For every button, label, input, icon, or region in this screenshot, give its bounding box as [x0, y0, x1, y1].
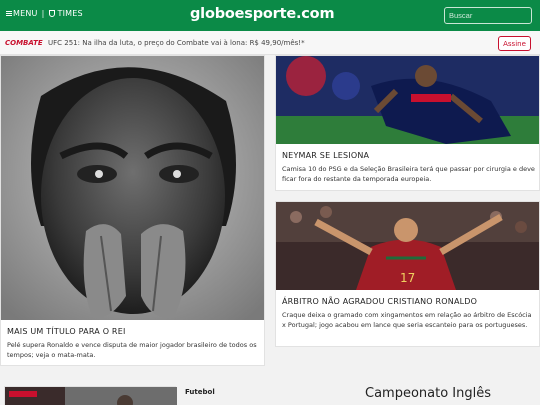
news-card-neymar[interactable]: NEYMAR SE LESIONA Camisa 10 do PSG e da …	[275, 55, 540, 191]
top-header: MENU | TIMES globoesporte.com	[0, 0, 540, 31]
main-news-desc: Pelé supera Ronaldo e vence disputa de m…	[7, 341, 257, 359]
menu-button[interactable]: MENU	[6, 9, 38, 18]
neymar-image[interactable]	[276, 56, 539, 144]
main-news-image[interactable]	[1, 56, 264, 320]
promo-brand: COMBATE	[5, 39, 43, 47]
menu-label: MENU	[13, 9, 38, 18]
main-news-title[interactable]: MAIS UM TÍTULO PARA O REI	[7, 327, 126, 336]
menu-separator: |	[41, 9, 45, 18]
main-news-card[interactable]: MAIS UM TÍTULO PARA O REI Pelé supera Ro…	[0, 55, 265, 366]
neymar-title[interactable]: NEYMAR SE LESIONA	[282, 151, 369, 160]
neymar-desc: Camisa 10 do PSG e da Seleção Brasileira…	[282, 165, 535, 183]
times-button[interactable]: TIMES	[48, 9, 83, 18]
subscribe-button[interactable]: Assine	[498, 36, 531, 51]
shield-icon	[48, 10, 55, 17]
ronaldo-image[interactable]: 17	[276, 202, 539, 290]
svg-text:17: 17	[400, 271, 415, 285]
promo-bar: COMBATE UFC 251: Na ilha da luta, o preç…	[0, 31, 540, 55]
league-title[interactable]: Campeonato Inglês	[365, 386, 491, 401]
times-label: TIMES	[57, 9, 83, 18]
ronaldo-desc: Craque deixa o gramado com xingamentos e…	[282, 311, 532, 329]
ronaldo-title[interactable]: ÁRBITRO NÃO AGRADOU CRISTIANO RONALDO	[282, 297, 477, 306]
bottom-news-thumbnail[interactable]	[4, 386, 177, 405]
site-logo[interactable]: globoesporte.com	[190, 6, 335, 22]
menu-times-group: MENU | TIMES	[6, 9, 83, 18]
news-card-ronaldo[interactable]: 17 ÁRBITRO NÃO AGRADOU CRISTIANO RONALDO…	[275, 201, 540, 347]
section-label-futebol[interactable]: Futebol	[185, 388, 215, 396]
promo-text[interactable]: UFC 251: Na ilha da luta, o preço do Com…	[48, 39, 305, 47]
hamburger-icon	[6, 11, 12, 16]
search-input[interactable]	[444, 7, 532, 24]
